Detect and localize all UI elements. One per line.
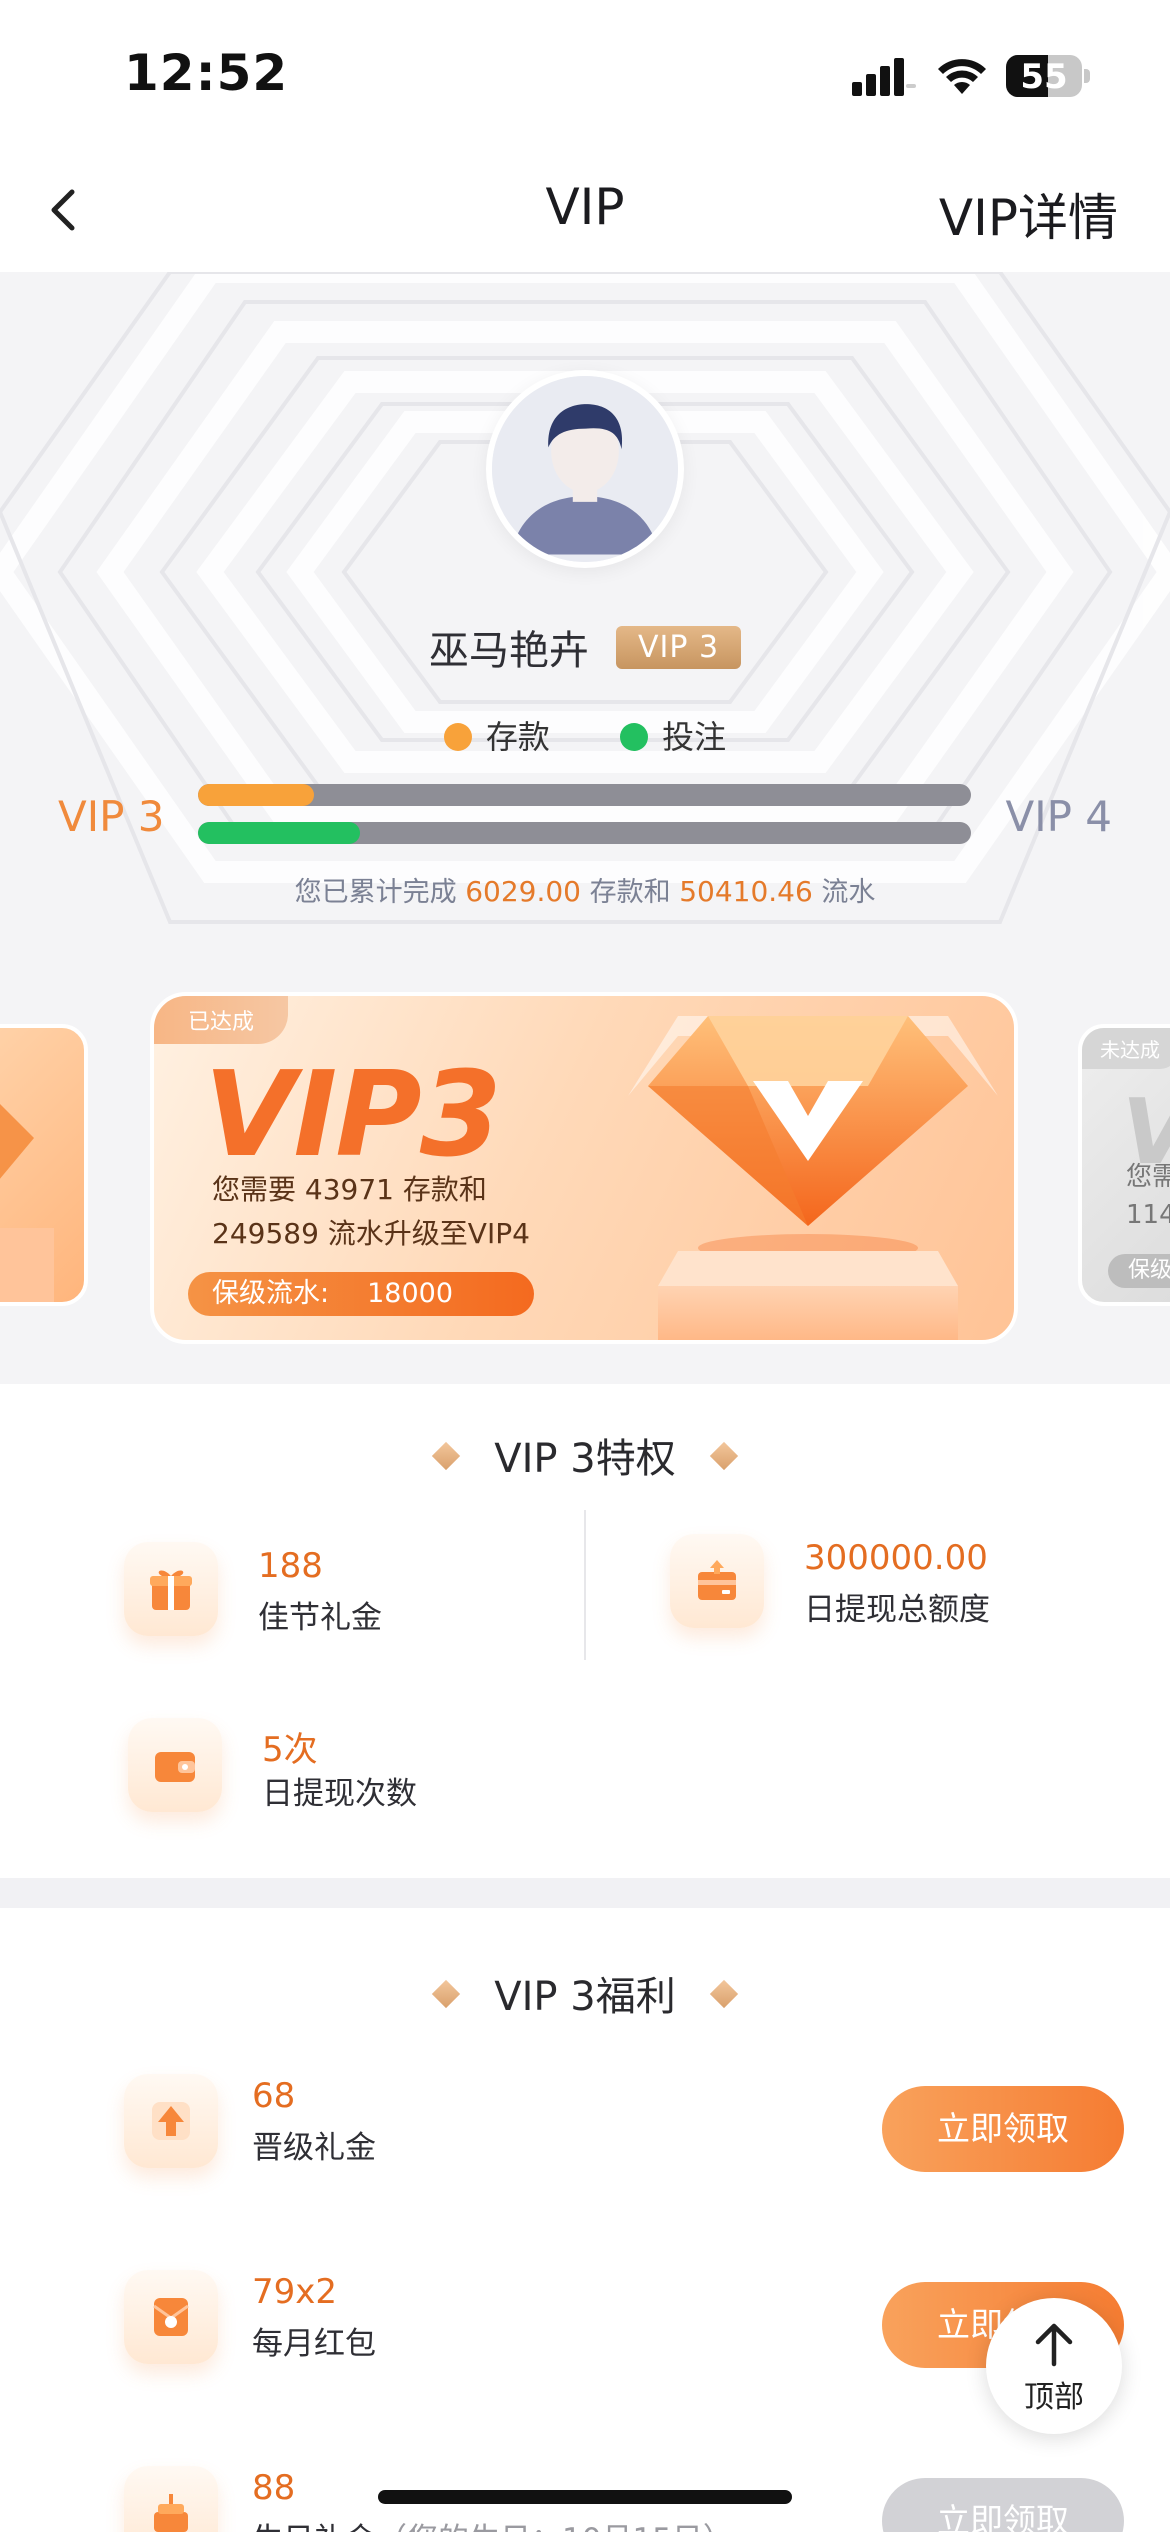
benefits-title: VIP 3福利 [0,1964,1170,2022]
wallet-icon [128,1718,222,1812]
battery-icon: 55 [1006,55,1090,97]
claim-promotion-gift-button[interactable]: 立即领取 [882,2086,1124,2172]
claim-birthday-gift-button[interactable]: 立即领取 [882,2478,1124,2532]
benefits-section: VIP 3福利 68 晋级礼金 立即领取 79x2 每月红包 立即领取 88 生… [0,1908,1170,2532]
back-to-top-button[interactable]: 顶部 [986,2298,1122,2434]
home-indicator [378,2490,792,2504]
deposit-progress-fill [198,784,314,806]
vip-level-badge: VIP 3 [616,625,742,669]
benefit-monthly-red-envelope: 79x2 每月红包 立即领取 [124,2270,1124,2370]
status-bar: 12:52 55 [0,0,1170,150]
wifi-icon [938,59,986,94]
legend-deposit: 存款 [443,712,550,758]
keep-level-turnover: 保级流水: 18000 [188,1272,534,1316]
birthday-note: （您的生日：10月15日） [376,2522,734,2532]
vip-card-current[interactable]: 已达成 VIP3 您需要 43971 存款和 249589 流水升级至VIP4 … [150,992,1018,1344]
benefit-promotion-gift: 68 晋级礼金 立即领取 [124,2074,1124,2174]
red-envelope-icon [124,2270,218,2364]
card-status-tag: 已达成 [154,996,289,1044]
user-name-row: 巫马艳卉 VIP 3 [0,618,1170,678]
diamond-v-icon [628,1016,998,1340]
deposit-done-value: 6029.00 [465,875,581,908]
diamond-decor-icon [432,1979,461,2009]
nav-bar: VIP VIP详情 [0,150,1170,272]
arrow-up-icon [124,2074,218,2168]
legend-bet: 投注 [620,712,726,758]
keep-level-turnover: 保级 [1108,1254,1170,1288]
vip-card-next[interactable]: 未达成 V 您需 114 保级 [1078,1024,1170,1306]
privileges-section: VIP 3特权 188 佳节礼金 300000.00 日提现总额度 5次 日提现… [0,1384,1170,1878]
divider [584,1510,586,1660]
user-avatar [486,370,684,568]
card-requirement-line1: 您需要 43971 存款和 [212,1173,487,1206]
diamond-decor-icon [432,1441,461,1471]
turnover-done-value: 50410.46 [679,875,813,908]
card-requirement: 您需 114 [1126,1162,1170,1230]
withdraw-card-icon [670,1534,764,1628]
user-name: 巫马艳卉 [428,628,589,674]
battery-percent: 55 [1020,57,1068,97]
progress-summary: 您已累计完成 6029.00 存款和 50410.46 流水 [294,875,876,908]
status-time: 12:52 [124,44,289,102]
section-gap [0,1878,1170,1908]
progress-legend: 存款 投注 [0,712,1170,758]
legend-bet-dot [620,723,649,751]
card-status-tag: 未达成 [1082,1028,1170,1069]
card-requirement-line2: 249589 流水升级至VIP4 [212,1217,530,1250]
vip-card-previous[interactable] [0,1024,88,1306]
deposit-progress-bar [198,784,971,806]
card-level-text: VIP3 [204,1045,502,1183]
legend-deposit-dot [443,723,472,751]
current-level-label: VIP 3 [58,792,165,841]
cake-icon [124,2466,218,2532]
privileges-title: VIP 3特权 [0,1426,1170,1484]
back-to-top-label: 顶部 [1024,2380,1084,2415]
gift-icon [124,1542,218,1636]
bet-progress-fill [198,822,361,844]
bet-progress-bar [198,822,971,844]
diamond-decor-icon [709,1441,738,1471]
cellular-signal-icon [852,58,916,96]
next-level-label: VIP 4 [1005,792,1112,841]
arrow-up-icon [1035,2323,1073,2367]
diamond-decor-icon [709,1979,738,2009]
vip-details-link[interactable]: VIP详情 [939,178,1118,250]
vip-hero: 巫马艳卉 VIP 3 存款 投注 VIP 3 VIP 4 您已累计完成 6029… [0,272,1170,1384]
